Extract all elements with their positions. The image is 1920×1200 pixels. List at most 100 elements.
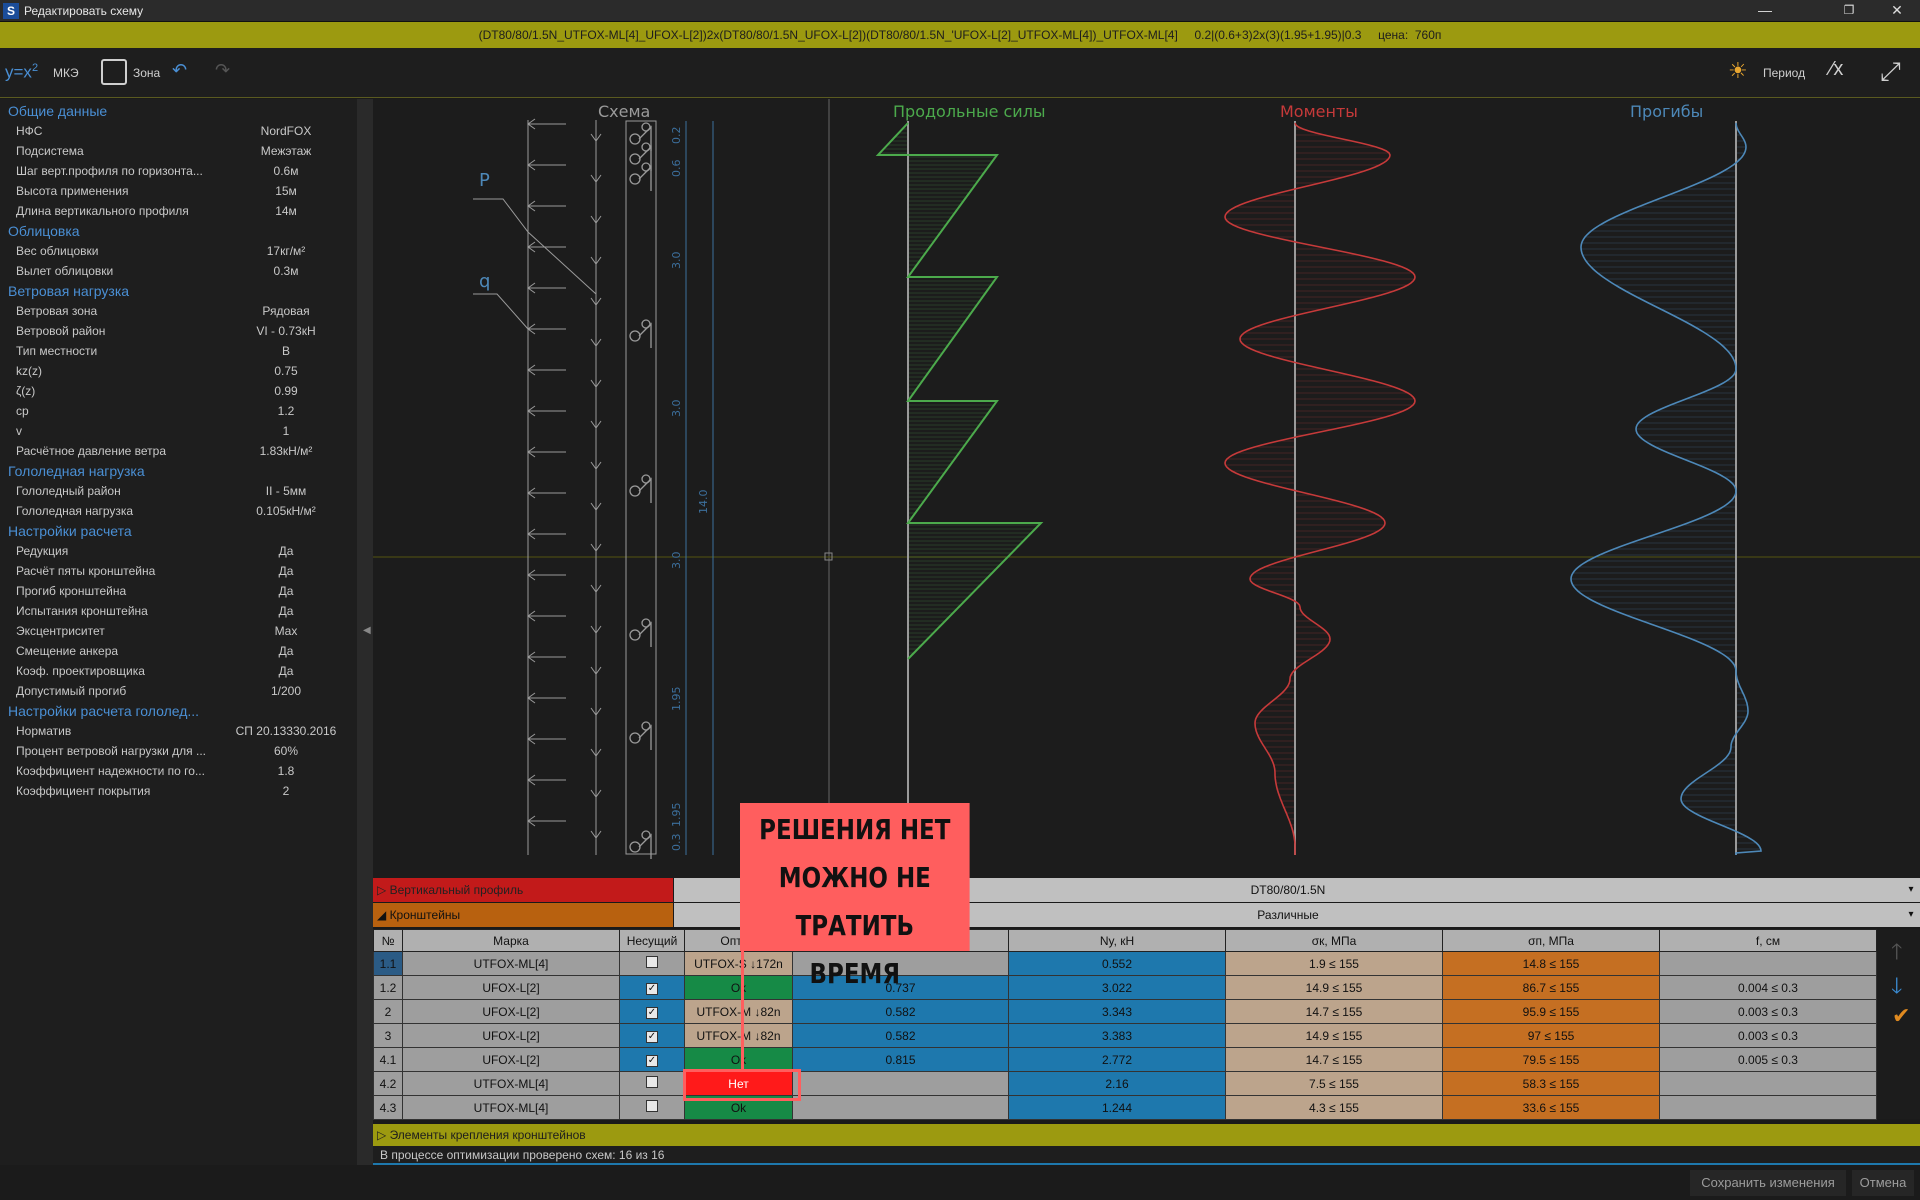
table-row[interactable]: 4.2 UTFOX-ML[4] Нет 2.16 7.5 ≤ 155 58.3 ≤ 155 [373,1071,1877,1096]
carrier-checkbox[interactable] [646,1100,658,1112]
cell-n[interactable]: 4.1 [373,1047,403,1072]
cell-sp[interactable]: 33.6 ≤ 155 [1442,1095,1660,1120]
cell-sp[interactable]: 95.9 ≤ 155 [1442,999,1660,1024]
fullscreen-icon[interactable]: ⤢ [1880,56,1901,88]
section-header[interactable]: Гололедная нагрузка [8,463,145,479]
carrier-checkbox[interactable] [646,1076,658,1088]
carrier-checkbox-cell[interactable]: ✓ [619,1047,685,1072]
property-value[interactable]: Да [200,644,372,658]
property-value[interactable]: 2 [200,784,372,798]
section-header[interactable]: Общие данные [8,103,107,119]
dropdown-chevron-icon[interactable]: ▾ [1902,903,1920,927]
property-value[interactable]: 0.105кН/м² [200,504,372,518]
cell-ny[interactable]: 3.383 [1008,1023,1226,1048]
cancel-button[interactable]: Отмена [1852,1170,1914,1196]
formula-button[interactable]: y=x2 [5,62,38,83]
collapse-arrow-icon[interactable]: ◀ [363,625,371,636]
cell-ny[interactable]: 3.022 [1008,975,1226,1000]
cell-mark[interactable]: UTFOX-ML[4] [402,1071,620,1096]
diagram-viewer[interactable]: Схема Продольные силы Моменты Прогибы P … [373,99,1920,879]
cell-ny[interactable]: 3.343 [1008,999,1226,1024]
table-row[interactable]: 1.1 UTFOX-ML[4] UTFOX-S ↓172n 0.552 1.9 ≤ 15… [373,951,1877,976]
cell-n[interactable]: 1.2 [373,975,403,1000]
property-value[interactable]: 15м [200,184,372,198]
property-value[interactable]: 17кг/м² [200,244,372,258]
cell-mark[interactable]: UFOX-L[2] [402,1047,620,1072]
property-value[interactable]: В [200,344,372,358]
fx-icon[interactable]: ⁄x [1830,58,1843,81]
table-row[interactable]: 4.3 UTFOX-ML[4] Ok 1.244 4.3 ≤ 155 33.6 ≤ 155 [373,1095,1877,1120]
cell-sk[interactable]: 7.5 ≤ 155 [1225,1071,1443,1096]
carrier-checkbox-cell[interactable] [619,951,685,976]
cell-n[interactable]: 4.3 [373,1095,403,1120]
expand-arrow-icon[interactable]: ▷ [373,1128,386,1142]
table-row[interactable]: 2 UFOX-L[2] ✓ UTFOX-M ↓82n 0.582 3.343 14.7 ≤ … [373,999,1877,1024]
carrier-checkbox-cell[interactable] [619,1071,685,1096]
cell-c5[interactable]: 0.582 [792,999,1009,1024]
property-value[interactable]: 1.8 [200,764,372,778]
property-value[interactable]: II - 5мм [200,484,372,498]
group-brackets[interactable]: ◢ Кронштейны Различные ▾ [373,903,1920,927]
cell-opt[interactable]: UTFOX-M ↓82n [684,1023,793,1048]
minimize-button[interactable]: — [1742,0,1788,22]
cell-c5[interactable]: 0.815 [792,1047,1009,1072]
property-value[interactable]: VI - 0.73кН [200,324,372,338]
method-label[interactable]: МКЭ [53,66,79,80]
property-value[interactable]: Рядовая [200,304,372,318]
property-value[interactable]: Да [200,584,372,598]
cell-f[interactable]: 0.005 ≤ 0.3 [1659,1047,1877,1072]
column-header[interactable]: Несущий [619,929,685,952]
property-value[interactable]: 0.6м [200,164,372,178]
column-header[interactable]: № [373,929,403,952]
cell-sk[interactable]: 14.9 ≤ 155 [1225,1023,1443,1048]
property-value[interactable]: NordFOX [200,124,372,138]
column-header[interactable]: Марка [402,929,620,952]
property-value[interactable]: 1 [200,424,372,438]
restore-button[interactable]: ❐ [1826,0,1872,22]
cell-c5[interactable] [792,1071,1009,1096]
cell-sk[interactable]: 1.9 ≤ 155 [1225,951,1443,976]
property-value[interactable]: 1.2 [200,404,372,418]
cell-ny[interactable]: 2.16 [1008,1071,1226,1096]
property-value[interactable]: 0.3м [200,264,372,278]
cell-ny[interactable]: 1.244 [1008,1095,1226,1120]
redo-icon[interactable]: ↷ [215,60,230,81]
column-header[interactable]: Ny, кН [1008,929,1226,952]
cell-sk[interactable]: 14.9 ≤ 155 [1225,975,1443,1000]
carrier-checkbox[interactable]: ✓ [646,1007,658,1019]
property-value[interactable]: СП 20.13330.2016 [200,724,372,738]
confirm-check-icon[interactable]: ✔ [1892,1003,1910,1029]
cell-f[interactable]: 0.004 ≤ 0.3 [1659,975,1877,1000]
carrier-checkbox-cell[interactable]: ✓ [619,1023,685,1048]
cell-c5[interactable]: 0.582 [792,1023,1009,1048]
cell-sp[interactable]: 14.8 ≤ 155 [1442,951,1660,976]
cell-n[interactable]: 3 [373,1023,403,1048]
cell-opt[interactable]: Ok [684,1047,793,1072]
cell-ny[interactable]: 2.772 [1008,1047,1226,1072]
period-label[interactable]: Период [1763,66,1805,80]
group-label-vertical[interactable]: ▷ Вертикальный профиль [373,878,673,902]
section-header[interactable]: Ветровая нагрузка [8,283,129,299]
cell-n[interactable]: 2 [373,999,403,1024]
carrier-checkbox[interactable] [646,956,658,968]
cell-mark[interactable]: UFOX-L[2] [402,1023,620,1048]
property-value[interactable]: Max [200,624,372,638]
property-value[interactable]: 14м [200,204,372,218]
property-value[interactable]: Межэтаж [200,144,372,158]
section-header[interactable]: Облицовка [8,223,80,239]
property-value[interactable]: Да [200,564,372,578]
carrier-checkbox[interactable]: ✓ [646,1031,658,1043]
sun-icon[interactable]: ☀ [1728,58,1748,84]
cell-sk[interactable]: 4.3 ≤ 155 [1225,1095,1443,1120]
cell-f[interactable]: 0.003 ≤ 0.3 [1659,1023,1877,1048]
property-value[interactable]: 0.75 [200,364,372,378]
carrier-checkbox[interactable]: ✓ [646,1055,658,1067]
dropdown-chevron-icon[interactable]: ▾ [1902,878,1920,902]
save-button[interactable]: Сохранить изменения [1690,1170,1846,1196]
section-header[interactable]: Настройки расчета гололед... [8,703,199,719]
column-header[interactable]: σп, МПа [1442,929,1660,952]
carrier-checkbox[interactable]: ✓ [646,983,658,995]
cell-f[interactable] [1659,951,1877,976]
property-value[interactable]: Да [200,544,372,558]
group-label-brackets[interactable]: ◢ Кронштейны [373,903,673,927]
